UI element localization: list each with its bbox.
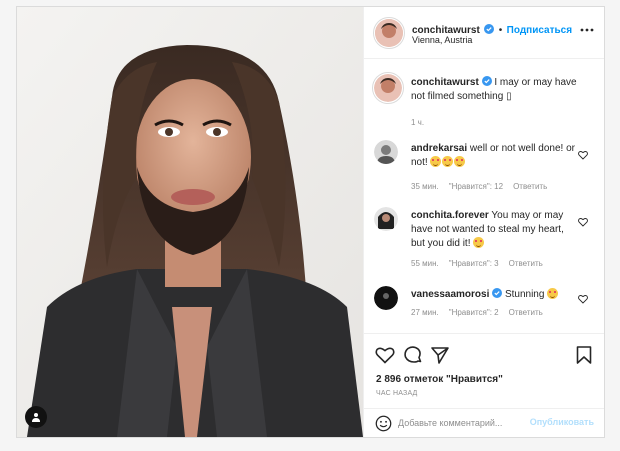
comment-meta: 35 мин. "Нравится": 12 Ответить: [411, 182, 557, 191]
likes-count[interactable]: 2 896 отметок "Нравится": [376, 374, 503, 385]
add-comment-bar: Опубликовать: [364, 408, 604, 438]
publish-button[interactable]: Опубликовать: [530, 417, 594, 427]
comment-username[interactable]: conchita.forever: [411, 210, 489, 221]
emoji-icon: [473, 237, 485, 248]
post-actions: 2 896 отметок "Нравится" ЧАС НАЗАД Опубл…: [364, 333, 604, 437]
author-avatar[interactable]: [375, 19, 403, 47]
comment-text: vanessaamorosi Stunning: [411, 288, 579, 302]
portrait-image: [17, 7, 363, 437]
comment-body: Stunning: [502, 289, 548, 300]
bookmark-icon[interactable]: [574, 345, 594, 365]
comment-heart-icon[interactable]: [578, 294, 588, 304]
comment-item: conchita.forever You may or may have not…: [374, 207, 596, 277]
caption-avatar[interactable]: [374, 74, 402, 102]
emoji-icon: [547, 288, 559, 299]
caption-glyph: ▯: [506, 91, 512, 102]
post-card: conchitawurst • Подписаться Vienna, Aust…: [16, 6, 605, 438]
comment-heart-icon[interactable]: [578, 150, 588, 160]
caption: conchitawurst I may or may have not film…: [372, 72, 596, 134]
comment-text: andrekarsai well or not well done! or no…: [411, 142, 579, 170]
emoji-icon: [442, 156, 454, 167]
emoji-icon: [454, 156, 466, 167]
emoji-icon: [430, 156, 442, 167]
caption-username[interactable]: conchitawurst: [411, 77, 479, 88]
location-link[interactable]: Vienna, Austria: [412, 35, 472, 45]
reply-button[interactable]: Ответить: [509, 259, 543, 268]
comment-item: andrekarsai well or not well done! or no…: [374, 140, 596, 200]
comment-meta: 27 мин. "Нравится": 2 Ответить: [411, 308, 553, 317]
comment-time: 35 мин.: [411, 182, 439, 191]
comment-time: 55 мин.: [411, 259, 439, 268]
comment-likes[interactable]: "Нравится": 3: [449, 259, 499, 268]
comment-username[interactable]: andrekarsai: [411, 143, 467, 154]
verified-badge-icon: [481, 76, 492, 86]
comment-icon[interactable]: [403, 345, 423, 365]
comment-time: 27 мин.: [411, 308, 439, 317]
comment-text: conchita.forever You may or may have not…: [411, 209, 579, 251]
post-photo[interactable]: [17, 7, 363, 437]
follow-button[interactable]: Подписаться: [507, 25, 572, 36]
caption-text: conchitawurst I may or may have not film…: [411, 76, 579, 104]
post-header: conchitawurst • Подписаться Vienna, Aust…: [364, 7, 604, 59]
reply-button[interactable]: Ответить: [513, 182, 547, 191]
reply-button[interactable]: Ответить: [509, 308, 543, 317]
comment-likes[interactable]: "Нравится": 12: [449, 182, 503, 191]
comment-heart-icon[interactable]: [578, 217, 588, 227]
commenter-avatar[interactable]: [374, 286, 398, 310]
comment-item: vanessaamorosi Stunning 27 мин. "Нравится…: [374, 286, 596, 326]
verified-badge-icon: [484, 24, 495, 34]
share-icon[interactable]: [430, 345, 450, 365]
user-tag-icon[interactable]: [25, 406, 47, 428]
comment-input[interactable]: [398, 416, 548, 430]
emoji-icon[interactable]: [375, 415, 392, 432]
comments-list[interactable]: conchitawurst I may or may have not film…: [364, 60, 604, 332]
comment-meta: 55 мин. "Нравится": 3 Ответить: [411, 259, 553, 268]
post-time: ЧАС НАЗАД: [376, 390, 418, 397]
heart-icon[interactable]: [375, 345, 395, 365]
caption-time: 1 ч.: [411, 118, 425, 127]
comment-likes[interactable]: "Нравится": 2: [449, 308, 499, 317]
verified-badge-icon: [492, 288, 503, 298]
more-icon[interactable]: [580, 23, 594, 37]
comment-username[interactable]: vanessaamorosi: [411, 289, 489, 300]
post-side-panel: conchitawurst • Подписаться Vienna, Aust…: [363, 7, 604, 437]
commenter-avatar[interactable]: [374, 140, 398, 164]
commenter-avatar[interactable]: [374, 207, 398, 231]
